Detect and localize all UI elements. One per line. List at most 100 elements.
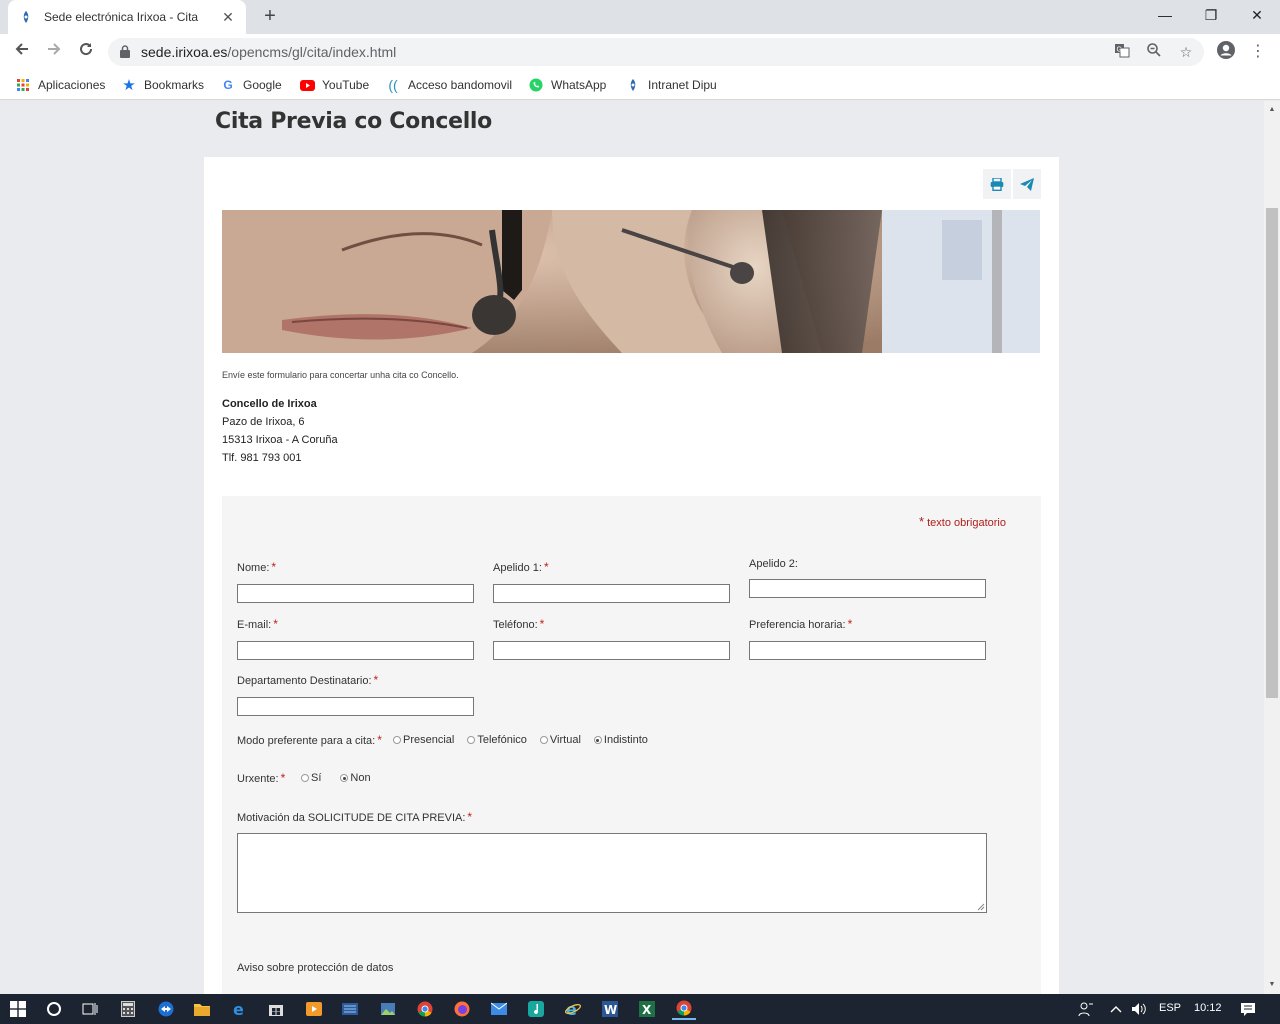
- zoom-icon[interactable]: [1143, 42, 1165, 62]
- motivacion-label-text: Motivación da SOLICITUDE DE CITA PREVIA:: [237, 812, 466, 824]
- translate-icon[interactable]: G: [1111, 42, 1133, 62]
- apelido2-label-text: Apelido 2:: [749, 558, 798, 570]
- bookmark-label: Acceso bandomovil: [408, 78, 513, 92]
- bookmark-label: Google: [243, 78, 282, 92]
- nome-label: Nome: *: [237, 560, 276, 574]
- urxente-label-text: Urxente:: [237, 773, 279, 785]
- email-input[interactable]: [237, 641, 474, 660]
- volume-icon[interactable]: [1127, 998, 1151, 1020]
- telefono-label: Teléfono: *: [493, 617, 544, 631]
- radio-button[interactable]: [301, 774, 309, 782]
- bookmark-aplicaciones[interactable]: Aplicaciones: [15, 76, 105, 94]
- network-manager-icon[interactable]: [338, 998, 362, 1020]
- close-window-button[interactable]: ✕: [1234, 0, 1280, 30]
- telefono-input[interactable]: [493, 641, 730, 660]
- restore-button[interactable]: ❐: [1188, 0, 1234, 30]
- motivacion-label: Motivación da SOLICITUDE DE CITA PREVIA:…: [237, 810, 472, 824]
- language-indicator[interactable]: ESP: [1159, 1002, 1181, 1014]
- nome-input[interactable]: [237, 584, 474, 603]
- clock-time[interactable]: 10:12: [1194, 1002, 1222, 1014]
- urxente-option-si[interactable]: Sí: [301, 772, 321, 784]
- modo-option-presencial[interactable]: Presencial: [393, 734, 454, 746]
- excel-icon[interactable]: X: [635, 998, 659, 1020]
- bookmark-youtube[interactable]: YouTube: [299, 76, 369, 94]
- bookmark-google[interactable]: G Google: [220, 76, 282, 94]
- scroll-up-arrow-icon[interactable]: ▲: [1267, 105, 1277, 115]
- chrome-active-icon[interactable]: [672, 998, 696, 1020]
- radio-label: Presencial: [403, 734, 455, 746]
- page-scrollbar[interactable]: ▲ ▼: [1264, 101, 1280, 994]
- radio-label: Sí: [311, 772, 322, 784]
- apelido2-input[interactable]: [749, 579, 986, 598]
- scroll-down-arrow-icon[interactable]: ▼: [1267, 980, 1277, 990]
- chrome-icon[interactable]: [413, 998, 437, 1020]
- urxente-option-non[interactable]: Non: [340, 772, 371, 784]
- bookmark-bandomovil[interactable]: (( Acceso bandomovil: [385, 76, 512, 94]
- whatsapp-icon: [528, 77, 544, 93]
- firefox-icon[interactable]: [450, 998, 474, 1020]
- file-explorer-icon[interactable]: [190, 998, 214, 1020]
- task-view-icon[interactable]: [78, 998, 102, 1020]
- internet-explorer-icon[interactable]: e: [561, 998, 585, 1020]
- radio-button[interactable]: [393, 736, 401, 744]
- tray-chevron-up-icon[interactable]: [1104, 998, 1128, 1020]
- nome-label-text: Nome:: [237, 562, 270, 574]
- radio-button[interactable]: [467, 736, 476, 744]
- radio-button-selected[interactable]: [593, 736, 602, 744]
- store-icon[interactable]: [264, 998, 288, 1020]
- modo-option-virtual[interactable]: Virtual: [539, 734, 581, 746]
- new-tab-button[interactable]: +: [258, 5, 282, 29]
- resize-grip-icon[interactable]: [977, 903, 985, 911]
- bookmark-bookmarks[interactable]: ★ Bookmarks: [121, 76, 204, 94]
- profile-avatar-icon[interactable]: [1214, 40, 1238, 64]
- people-icon[interactable]: [1074, 998, 1098, 1020]
- media-player-icon[interactable]: [302, 998, 326, 1020]
- address-bar[interactable]: sede.irixoa.es/opencms/gl/cita/index.htm…: [108, 38, 1204, 66]
- required-star: *: [377, 733, 382, 747]
- required-note: * texto obrigatorio: [919, 514, 1006, 529]
- star-icon: ★: [122, 77, 136, 94]
- urxente-label: Urxente: *: [237, 771, 285, 785]
- preferencia-horaria-input[interactable]: [749, 641, 986, 660]
- browser-tab[interactable]: Sede electrónica Irixoa - Cita ✕: [8, 0, 246, 34]
- back-button[interactable]: [9, 39, 35, 65]
- motivacion-textarea[interactable]: [237, 833, 987, 913]
- forward-button[interactable]: [41, 39, 67, 65]
- radio-label: Indistinto: [603, 734, 648, 746]
- bookmark-star-icon[interactable]: ☆: [1175, 42, 1197, 62]
- print-button[interactable]: [983, 169, 1011, 199]
- radio-button[interactable]: [539, 736, 548, 744]
- modo-option-telefonico[interactable]: Telefónico: [467, 734, 527, 746]
- menu-kebab-icon[interactable]: ⋮: [1246, 40, 1270, 64]
- apelido1-input[interactable]: [493, 584, 730, 603]
- bookmark-label: Bookmarks: [144, 78, 205, 92]
- url-path: /opencms/gl/cita/index.html: [227, 44, 397, 60]
- youtube-icon: [299, 77, 315, 93]
- tab-close-icon[interactable]: ✕: [220, 9, 236, 25]
- radio-button-selected[interactable]: [340, 774, 349, 782]
- bookmark-intranet[interactable]: Intranet Dipu: [625, 76, 717, 94]
- preferencia-label-text: Preferencia horaria:: [749, 619, 846, 631]
- photos-app-icon[interactable]: [376, 998, 400, 1020]
- google-icon: G: [223, 78, 233, 92]
- teamviewer-icon[interactable]: [154, 998, 178, 1020]
- bookmark-whatsapp[interactable]: WhatsApp: [528, 76, 606, 94]
- minimize-button[interactable]: —: [1142, 0, 1188, 30]
- word-icon[interactable]: W: [598, 998, 622, 1020]
- signal-icon: ((: [388, 77, 398, 93]
- send-button[interactable]: [1013, 169, 1041, 199]
- site-favicon-icon: [18, 9, 34, 25]
- modo-option-indistinto[interactable]: Indistinto: [593, 734, 648, 746]
- mail-icon[interactable]: [487, 998, 511, 1020]
- music-app-icon[interactable]: [524, 998, 548, 1020]
- windows-start-icon[interactable]: [6, 998, 30, 1020]
- notifications-icon[interactable]: [1236, 998, 1260, 1020]
- edge-icon[interactable]: e: [228, 998, 252, 1020]
- search-cortana-icon[interactable]: [42, 998, 66, 1020]
- calculator-icon[interactable]: [116, 998, 140, 1020]
- scroll-thumb[interactable]: [1266, 208, 1278, 698]
- appointment-form: * texto obrigatorio Nome: * Apelido 1: * A…: [222, 496, 1041, 994]
- departamento-input[interactable]: [237, 697, 474, 716]
- reload-button[interactable]: [73, 39, 99, 65]
- intranet-icon: [625, 77, 641, 93]
